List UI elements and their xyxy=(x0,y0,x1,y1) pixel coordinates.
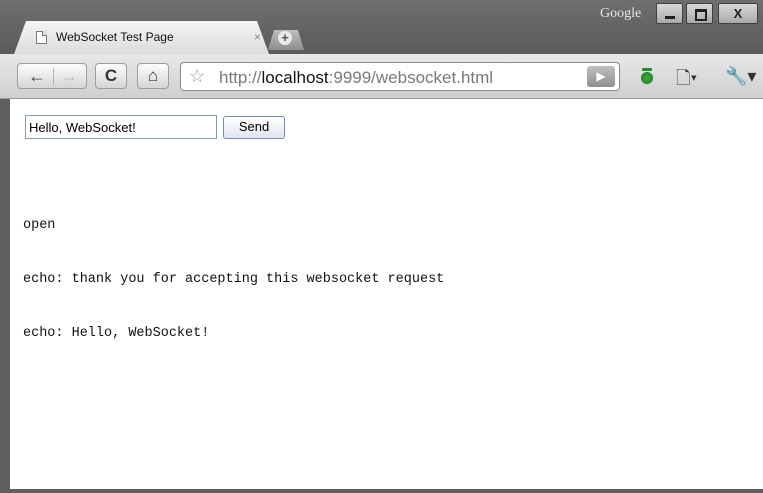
maximize-icon xyxy=(687,4,712,23)
home-button[interactable]: ⌂ xyxy=(137,63,169,89)
extension-icon[interactable] xyxy=(640,68,654,84)
close-window-button[interactable]: X xyxy=(718,3,758,24)
send-button[interactable]: Send xyxy=(223,116,285,139)
google-label: Google xyxy=(600,6,642,21)
url-scheme: http:// xyxy=(219,68,262,87)
title-bar: Google X WebSocket Test Page × + xyxy=(0,0,763,54)
message-input[interactable] xyxy=(25,115,217,139)
message-log: open echo: thank you for accepting this … xyxy=(23,181,444,379)
tab-title: WebSocket Test Page xyxy=(56,30,174,44)
back-forward-buttons: ← → xyxy=(17,63,87,89)
go-arrow-icon[interactable]: ▶ xyxy=(587,66,615,87)
url-path: :9999/websocket.html xyxy=(328,68,494,87)
button-divider xyxy=(53,68,54,85)
reload-button[interactable]: C xyxy=(95,63,127,89)
page-content: Send open echo: thank you for accepting … xyxy=(10,99,763,489)
page-menu-icon[interactable]: 🗋▾ xyxy=(676,66,697,96)
back-arrow-icon[interactable]: ← xyxy=(24,64,50,88)
page-icon xyxy=(36,31,47,44)
url-text[interactable]: http://localhost:9999/websocket.html xyxy=(219,68,493,88)
toolbar: ← → C ⌂ ☆ http://localhost:9999/websocke… xyxy=(0,54,763,99)
address-bar[interactable]: ☆ http://localhost:9999/websocket.html ▶ xyxy=(180,62,620,91)
forward-arrow-icon[interactable]: → xyxy=(56,64,82,88)
maximize-button[interactable] xyxy=(686,3,713,24)
url-host: localhost xyxy=(261,68,329,87)
reload-icon: C xyxy=(104,66,118,85)
tab-close-icon[interactable]: × xyxy=(254,30,261,44)
plus-icon: + xyxy=(278,31,292,45)
minimize-icon xyxy=(657,4,682,23)
browser-window: Google X WebSocket Test Page × + ← → C ⌂… xyxy=(0,0,763,493)
log-line: echo: Hello, WebSocket! xyxy=(23,326,210,341)
close-icon: X xyxy=(733,6,743,21)
log-line: echo: thank you for accepting this webso… xyxy=(23,272,445,287)
home-icon: ⌂ xyxy=(147,66,159,85)
new-tab-button[interactable]: + xyxy=(268,30,304,50)
minimize-button[interactable] xyxy=(656,3,683,24)
bookmark-star-icon[interactable]: ☆ xyxy=(189,66,205,87)
tab-websocket-test-page[interactable]: WebSocket Test Page × xyxy=(14,21,269,54)
log-line: open xyxy=(23,218,56,233)
wrench-menu-icon[interactable]: 🔧▾ xyxy=(725,66,756,87)
